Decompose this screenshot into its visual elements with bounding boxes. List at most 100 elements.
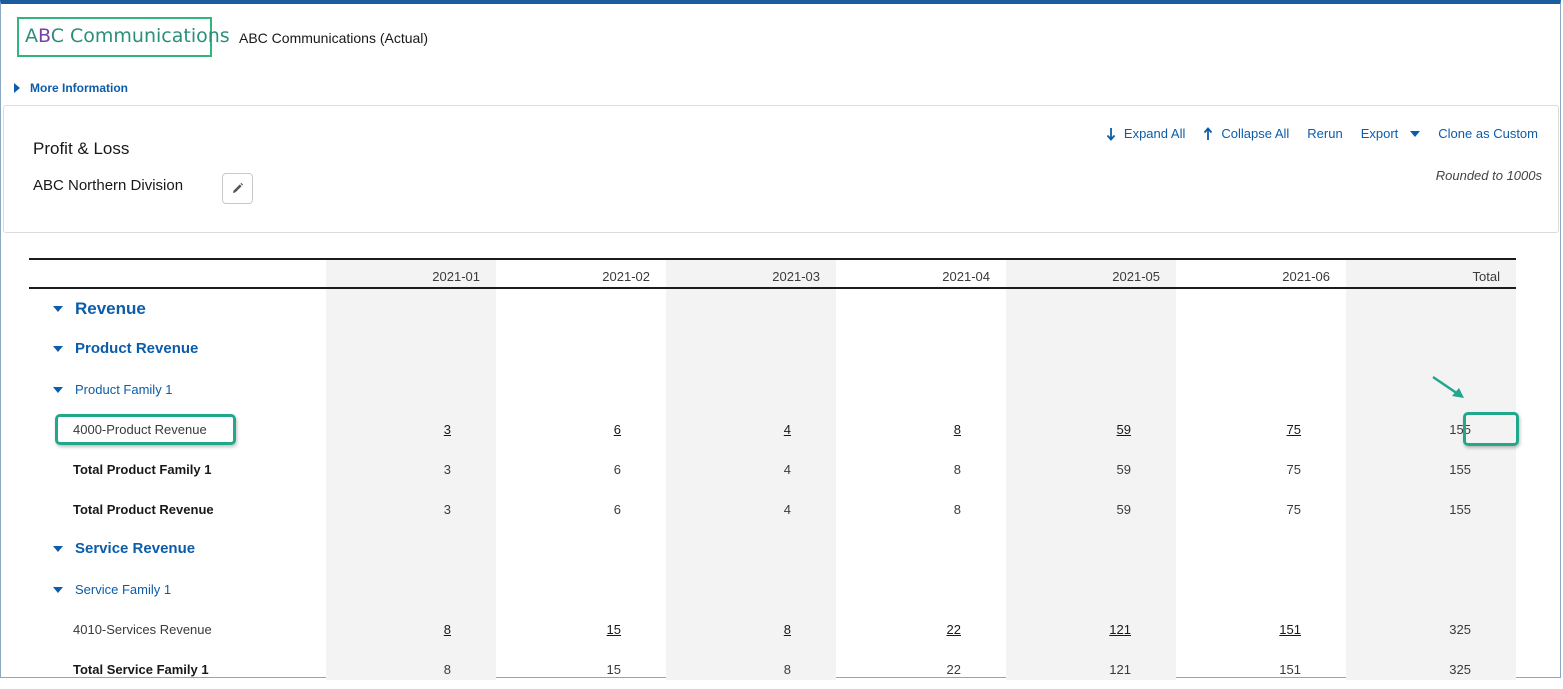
report-title: Profit & Loss bbox=[33, 139, 130, 158]
cell-value: 3 bbox=[443, 502, 451, 517]
table-row: Product Revenue bbox=[29, 329, 1516, 369]
company-title: ABC Communications (Actual) bbox=[239, 30, 429, 46]
clone-as-custom-button[interactable]: Clone as Custom bbox=[1438, 126, 1538, 141]
caret-right-icon bbox=[14, 83, 20, 93]
table-row: Revenue bbox=[29, 289, 1516, 329]
rerun-label: Rerun bbox=[1307, 126, 1343, 141]
row-label-text: Total Product Revenue bbox=[73, 502, 214, 517]
chevron-down-icon bbox=[53, 306, 63, 312]
cell-value: 8 bbox=[443, 662, 451, 677]
cell-value: 6 bbox=[613, 502, 621, 517]
drilldown-value-link[interactable]: 8 bbox=[641, 622, 791, 637]
cell-value: 8 bbox=[953, 502, 961, 517]
chevron-down-icon bbox=[53, 386, 63, 393]
collapse-all-button[interactable]: Collapse All bbox=[1203, 126, 1289, 141]
cell-value: 8 bbox=[783, 662, 791, 677]
chevron-down-icon bbox=[1410, 130, 1421, 137]
cell-value: 59 bbox=[1116, 462, 1131, 477]
row-label-text: Service Revenue bbox=[75, 540, 196, 557]
drilldown-value-link[interactable]: 121 bbox=[981, 622, 1131, 637]
cell-value: 22 bbox=[946, 662, 961, 677]
table-row: Service Family 1 bbox=[29, 569, 1516, 609]
row-label-text: Service Family 1 bbox=[75, 582, 172, 597]
cell-value: 3 bbox=[443, 462, 451, 477]
row-group-toggle[interactable]: Product Revenue bbox=[53, 340, 198, 357]
cell-value: 325 bbox=[1449, 622, 1471, 637]
cell-value: 75 bbox=[1286, 502, 1301, 517]
drilldown-value-link[interactable]: 15 bbox=[471, 622, 621, 637]
table-header: 2021-01 2021-02 2021-03 2021-04 2021-05 … bbox=[29, 258, 1516, 289]
row-group-toggle[interactable]: Product Family 1 bbox=[53, 382, 173, 397]
cell-value: 121 bbox=[1109, 662, 1131, 677]
export-button[interactable]: Export bbox=[1361, 126, 1421, 141]
chevron-down-icon bbox=[53, 586, 63, 593]
cell-value: 6 bbox=[613, 462, 621, 477]
cell-value: 4 bbox=[783, 462, 791, 477]
pencil-icon bbox=[233, 182, 244, 193]
clone-as-custom-label: Clone as Custom bbox=[1438, 126, 1538, 141]
cell-value: 155 bbox=[1449, 502, 1471, 517]
expand-all-button[interactable]: Expand All bbox=[1106, 126, 1185, 141]
rounding-note: Rounded to 1000s bbox=[1435, 168, 1542, 183]
pointer-arrow-icon bbox=[1432, 375, 1464, 398]
table-row: 4000-Product Revenue 3 6 4 8 59 75 155 bbox=[29, 409, 1516, 449]
row-label: 4010-Services Revenue bbox=[73, 622, 212, 637]
more-information-toggle[interactable]: More Information bbox=[14, 81, 128, 95]
table-row: Service Revenue bbox=[29, 529, 1516, 569]
drilldown-value-link[interactable]: 22 bbox=[811, 622, 961, 637]
drilldown-value-link[interactable]: 75 bbox=[1151, 422, 1301, 437]
drilldown-value-link[interactable]: 8 bbox=[301, 622, 451, 637]
row-label-highlight bbox=[55, 414, 236, 445]
column-header: 2021-05 bbox=[1112, 269, 1160, 284]
more-information-label: More Information bbox=[30, 81, 128, 95]
edit-button[interactable] bbox=[222, 173, 253, 204]
table-row: Total Service Family 1 8 15 8 22 121 151 325 bbox=[29, 649, 1516, 689]
report-header-card: Profit & Loss ABC Northern Division Expa… bbox=[3, 105, 1559, 233]
row-group-toggle[interactable]: Revenue bbox=[53, 299, 146, 319]
column-header: 2021-01 bbox=[432, 269, 480, 284]
cell-value: 155 bbox=[1449, 462, 1471, 477]
drilldown-value-link[interactable]: 4 bbox=[641, 422, 791, 437]
table-row: Total Product Revenue 3 6 4 8 59 75 155 bbox=[29, 489, 1516, 529]
report-actions: Expand All Collapse All Rerun Export Clo… bbox=[1088, 126, 1538, 141]
report-subtitle: ABC Northern Division bbox=[33, 177, 184, 194]
arrow-down-icon bbox=[1106, 127, 1116, 141]
cell-value: 4 bbox=[783, 502, 791, 517]
row-group-toggle[interactable]: Service Family 1 bbox=[53, 582, 171, 597]
row-group-toggle[interactable]: Service Revenue bbox=[53, 540, 195, 557]
drilldown-value-link[interactable]: 151 bbox=[1151, 622, 1301, 637]
drilldown-value-link[interactable]: 59 bbox=[981, 422, 1131, 437]
row-label: Total Product Family 1 bbox=[73, 462, 211, 477]
table-row: Product Family 1 bbox=[29, 369, 1516, 409]
cell-value: 15 bbox=[606, 662, 621, 677]
row-label-text: Total Service Family 1 bbox=[73, 662, 209, 677]
column-header: 2021-03 bbox=[772, 269, 820, 284]
row-label: Total Product Revenue bbox=[73, 502, 214, 517]
export-label: Export bbox=[1360, 126, 1399, 141]
row-label-text: Product Revenue bbox=[75, 340, 199, 357]
table-row: Total Product Family 1 3 6 4 8 59 75 155 bbox=[29, 449, 1516, 489]
drilldown-value-link[interactable]: 3 bbox=[301, 422, 451, 437]
drilldown-value-link[interactable]: 8 bbox=[811, 422, 961, 437]
column-header: 2021-06 bbox=[1282, 269, 1330, 284]
chevron-down-icon bbox=[53, 545, 63, 552]
cell-value: 8 bbox=[953, 462, 961, 477]
expand-all-label: Expand All bbox=[1123, 126, 1186, 141]
column-header: Total bbox=[1472, 269, 1500, 284]
column-header: 2021-02 bbox=[602, 269, 650, 284]
cell-value: 75 bbox=[1286, 462, 1301, 477]
chevron-down-icon bbox=[53, 345, 63, 352]
drilldown-value-link[interactable]: 6 bbox=[471, 422, 621, 437]
row-label-text: 4010-Services Revenue bbox=[73, 622, 212, 637]
cell-value: 59 bbox=[1116, 502, 1131, 517]
column-header: 2021-04 bbox=[942, 269, 990, 284]
row-label: Total Service Family 1 bbox=[73, 662, 209, 677]
company-logo: ABC Communications bbox=[17, 17, 230, 57]
cell-value: 151 bbox=[1279, 662, 1301, 677]
rerun-button[interactable]: Rerun bbox=[1307, 126, 1342, 141]
total-value-highlight bbox=[1463, 412, 1519, 446]
cell-value: 325 bbox=[1449, 662, 1471, 677]
row-label-text: Total Product Family 1 bbox=[73, 462, 212, 477]
row-label-text: Product Family 1 bbox=[75, 382, 173, 397]
table-row: 4010-Services Revenue 8 15 8 22 121 151 325 bbox=[29, 609, 1516, 649]
